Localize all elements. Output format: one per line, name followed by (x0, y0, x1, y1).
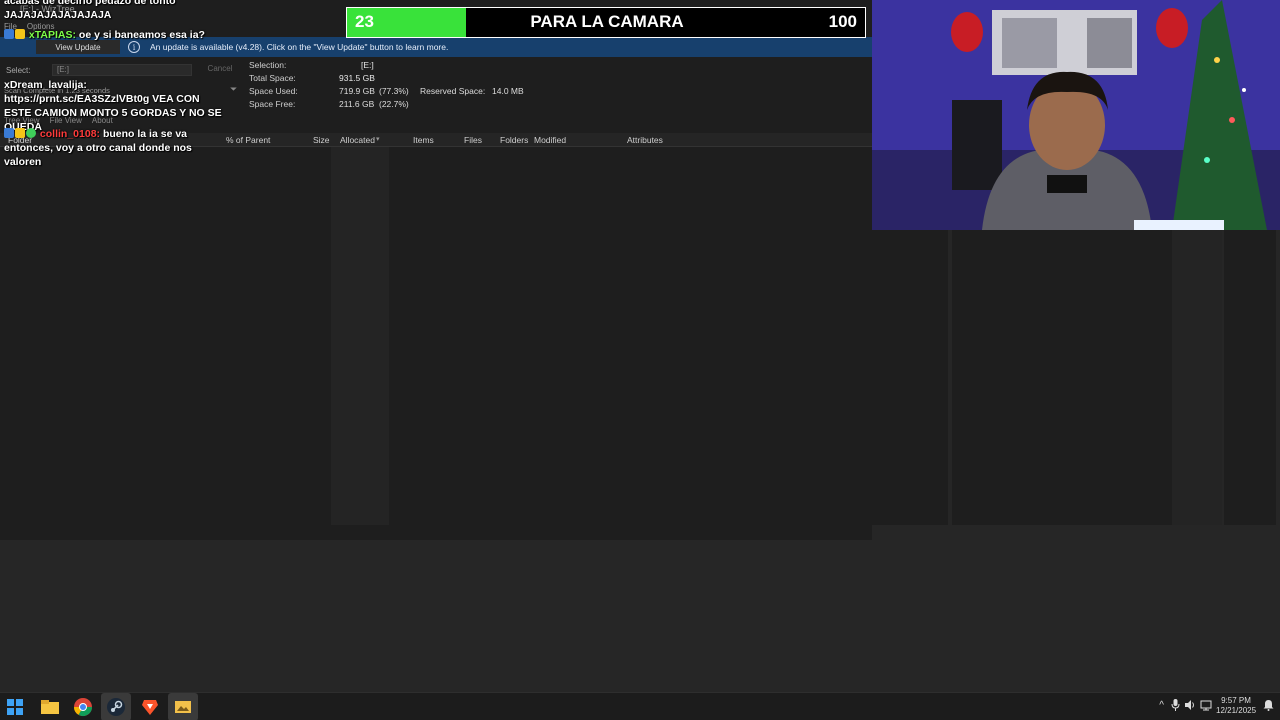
clock[interactable]: 9:57 PM 12/21/2025 (1216, 696, 1256, 716)
chat-message: xDream_lavalija: https://prnt.sc/EA3SZzl… (4, 78, 229, 134)
reserved-space-value: 14.0 MB (492, 86, 524, 96)
notification-bell-icon[interactable] (1263, 699, 1274, 713)
view-update-button[interactable]: View Update (36, 40, 120, 54)
col-files[interactable]: Files (464, 135, 482, 145)
chat-message: acabas de decirlo pedazo de tonto JAJAJA… (4, 0, 229, 22)
chrome-icon[interactable] (73, 697, 93, 717)
right-pane (952, 230, 1172, 525)
col-percent-of-parent[interactable]: % of Parent (226, 135, 270, 145)
chat-message: xTAPIAS: oe y si baneamos esa ia? (4, 28, 229, 42)
cancel-button[interactable]: Cancel (200, 64, 240, 76)
selection-label: Selection: (249, 60, 287, 70)
allocated-column-pane (331, 147, 389, 525)
col-allocated[interactable]: Allocated (340, 135, 375, 145)
taskbar: ^ 9:57 PM 12/21/2025 (0, 692, 1280, 720)
network-icon[interactable] (1200, 699, 1212, 713)
stream-goal-bar: 23 PARA LA CAMARA 100 (346, 7, 866, 38)
screen: [E:] - WizTree File Options View Update … (0, 0, 1280, 720)
clock-date: 12/21/2025 (1216, 706, 1257, 715)
space-used-percent: (77.3%) (379, 86, 409, 96)
info-icon: i (128, 41, 140, 53)
clock-time: 9:57 PM (1221, 696, 1251, 705)
drive-select[interactable]: [E:] (52, 64, 192, 76)
col-size[interactable]: Size (313, 135, 330, 145)
badge-icon (15, 128, 25, 138)
windows-start-icon[interactable] (6, 698, 24, 716)
col-items[interactable]: Items (413, 135, 434, 145)
space-free-value: 211.6 GB (339, 99, 375, 109)
brave-icon[interactable] (140, 697, 160, 717)
webcam-image (872, 0, 1280, 230)
space-used-label: Space Used: (249, 86, 298, 96)
col-modified[interactable]: Modified (534, 135, 566, 145)
chat-text: acabas de decirlo pedazo de tonto JAJAJA… (4, 0, 176, 21)
chat-message: collin_0108: bueno la ia se va entonces,… (4, 127, 229, 169)
select-label: Select: (6, 66, 31, 75)
verified-icon (26, 128, 36, 138)
webcam-feed (872, 0, 1280, 230)
microphone-icon[interactable] (1171, 699, 1180, 713)
selection-value: [E:] (361, 60, 374, 70)
chat-username: xDream_lavalija: (4, 79, 87, 91)
total-space-label: Total Space: (249, 73, 296, 83)
goal-target: 100 (828, 12, 857, 31)
update-message: An update is available (v4.28). Click on… (150, 42, 449, 52)
right-pane-column (1172, 230, 1222, 525)
chat-username: xTAPIAS: (28, 29, 76, 41)
filter-icon[interactable]: ⏷ (230, 84, 237, 95)
chat-text: oe y si baneamos esa ia? (75, 29, 205, 41)
drive-stats: Selection: [E:] Total Space: 931.5 GB Sp… (249, 60, 869, 112)
file-explorer-icon[interactable] (40, 697, 60, 717)
volume-icon[interactable] (1184, 699, 1196, 713)
steam-icon[interactable] (106, 697, 126, 717)
space-used-value: 719.9 GB (339, 86, 375, 96)
space-free-label: Space Free: (249, 99, 296, 109)
details-pane[interactable] (390, 147, 948, 525)
col-folders[interactable]: Folders (500, 135, 528, 145)
tree-pane[interactable] (4, 147, 330, 525)
right-pane-edge (1224, 230, 1276, 525)
goal-title: PARA LA CAMARA (530, 12, 684, 31)
image-viewer-icon[interactable] (173, 697, 193, 717)
reserved-space-label: Reserved Space: (420, 86, 486, 96)
sort-desc-icon: ▾ (376, 136, 380, 143)
total-space-value: 931.5 GB (339, 73, 375, 83)
badge-icon (4, 128, 14, 138)
badge-icon (15, 29, 25, 39)
chat-username: collin_0108: (39, 128, 101, 140)
space-free-percent: (22.7%) (379, 99, 409, 109)
badge-icon (4, 29, 14, 39)
chevron-up-icon[interactable]: ^ (1159, 700, 1164, 711)
col-attributes[interactable]: Attributes (627, 135, 663, 145)
